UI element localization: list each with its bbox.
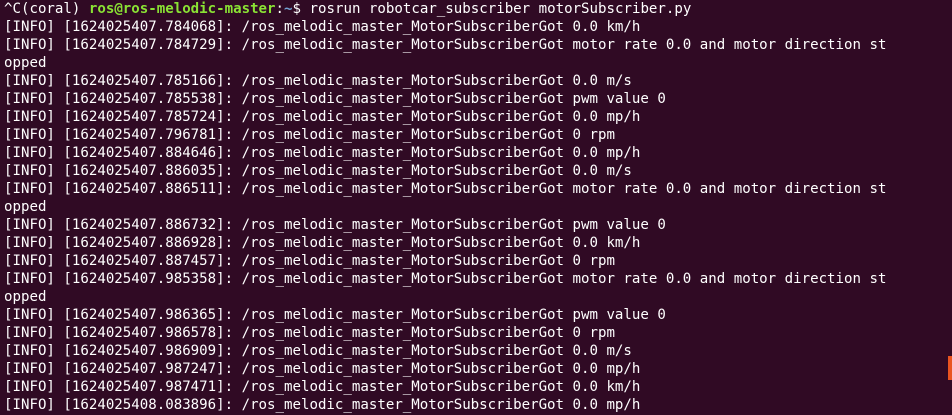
log-line: [INFO] [1624025407.986578]: /ros_melodic… bbox=[4, 325, 615, 341]
log-line: [INFO] [1624025407.785724]: /ros_melodic… bbox=[4, 109, 641, 125]
log-line: [INFO] [1624025407.784068]: /ros_melodic… bbox=[4, 19, 641, 35]
log-line: [INFO] [1624025407.886732]: /ros_melodic… bbox=[4, 217, 666, 233]
log-line: [INFO] [1624025407.986909]: /ros_melodic… bbox=[4, 343, 632, 359]
prompt-prefix: ^C(coral) bbox=[4, 1, 89, 17]
prompt-line: ^C(coral) ros@ros-melodic-master:~$ rosr… bbox=[4, 0, 944, 18]
prompt-user-host: ros@ros-melodic-master bbox=[88, 1, 276, 17]
log-line: [INFO] [1624025407.796781]: /ros_melodic… bbox=[4, 127, 615, 143]
log-line: [INFO] [1624025407.886511]: /ros_melodic… bbox=[4, 181, 887, 197]
log-line: [INFO] [1624025407.884646]: /ros_melodic… bbox=[4, 145, 641, 161]
log-line: [INFO] [1624025407.987247]: /ros_melodic… bbox=[4, 361, 641, 377]
log-line: opped bbox=[4, 199, 47, 215]
log-line: [INFO] [1624025407.785166]: /ros_melodic… bbox=[4, 73, 632, 89]
log-line: [INFO] [1624025407.985358]: /ros_melodic… bbox=[4, 271, 887, 287]
log-output: [INFO] [1624025407.784068]: /ros_melodic… bbox=[4, 18, 944, 414]
prompt-symbol: $ bbox=[292, 1, 310, 17]
scroll-marker[interactable] bbox=[948, 356, 952, 380]
log-line: [INFO] [1624025407.987471]: /ros_melodic… bbox=[4, 379, 641, 395]
prompt-path: ~ bbox=[284, 1, 293, 17]
log-line: [INFO] [1624025408.083896]: /ros_melodic… bbox=[4, 397, 641, 413]
log-line: [INFO] [1624025407.886928]: /ros_melodic… bbox=[4, 235, 641, 251]
prompt-separator: : bbox=[275, 1, 285, 17]
log-line: [INFO] [1624025407.784729]: /ros_melodic… bbox=[4, 37, 887, 53]
log-line: opped bbox=[4, 289, 47, 305]
terminal-output: ^C(coral) ros@ros-melodic-master:~$ rosr… bbox=[4, 0, 944, 414]
log-line: [INFO] [1624025407.986365]: /ros_melodic… bbox=[4, 307, 666, 323]
terminal-window[interactable]: ^C(coral) ros@ros-melodic-master:~$ rosr… bbox=[0, 0, 952, 415]
prompt-command: rosrun robotcar_subscriber motorSubscrib… bbox=[309, 1, 692, 17]
log-line: [INFO] [1624025407.886035]: /ros_melodic… bbox=[4, 163, 632, 179]
log-line: [INFO] [1624025407.785538]: /ros_melodic… bbox=[4, 91, 666, 107]
log-line: opped bbox=[4, 55, 47, 71]
log-line: [INFO] [1624025407.887457]: /ros_melodic… bbox=[4, 253, 615, 269]
